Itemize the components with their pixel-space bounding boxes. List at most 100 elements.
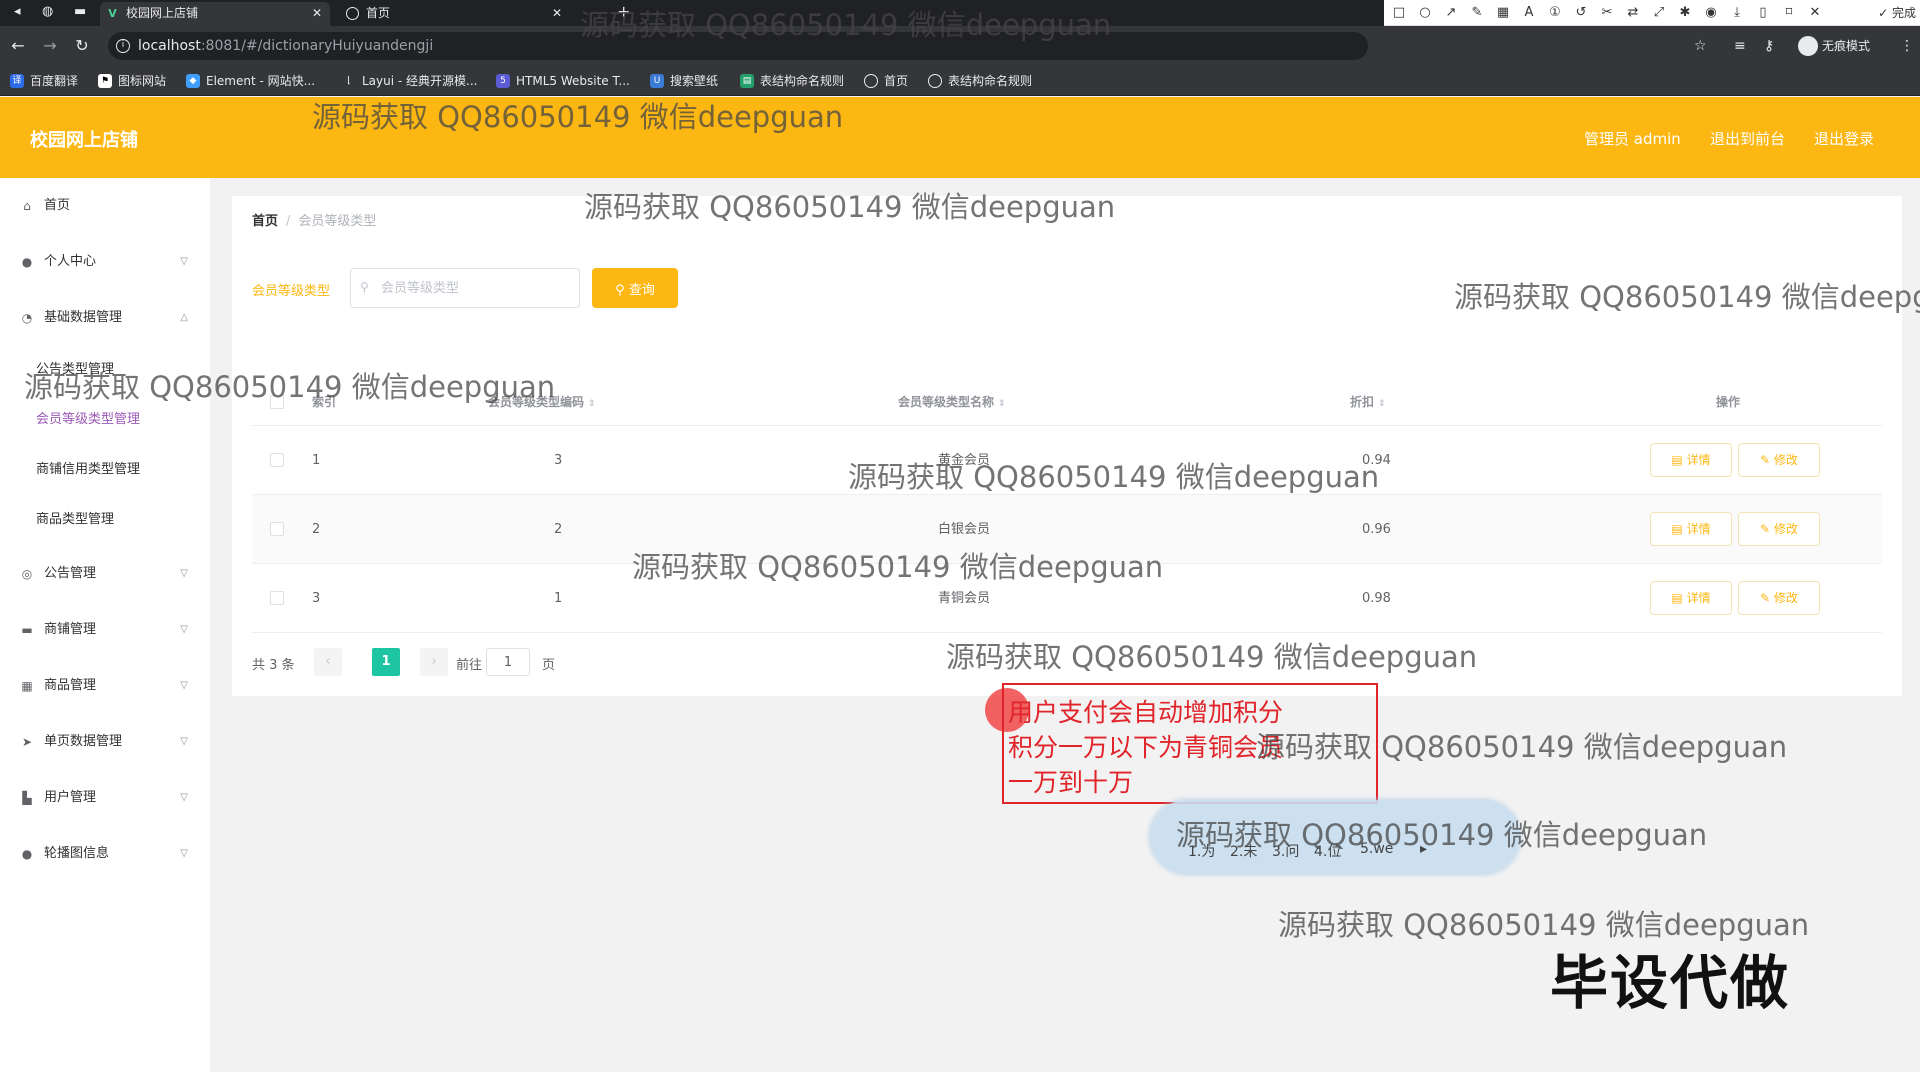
ime-candidate[interactable]: 5.we	[1360, 841, 1393, 857]
search-input[interactable]	[350, 268, 580, 308]
breadcrumb-home[interactable]: 首页	[252, 214, 278, 229]
back-icon[interactable]: ←	[8, 36, 28, 55]
bookmark-item[interactable]: U 搜索壁纸	[650, 73, 718, 89]
goto-page-input[interactable]	[486, 648, 530, 676]
key-icon[interactable]: ⚷	[1764, 38, 1774, 54]
page-number-button[interactable]: 1	[372, 648, 400, 676]
ime-next-icon[interactable]: ▸	[1420, 841, 1427, 857]
tab-home[interactable]: 首页 ✕	[340, 2, 570, 26]
sort-icon: ⇕	[998, 399, 1006, 409]
sidebar-item-notice[interactable]: ◎ 公告管理 ▽	[0, 554, 210, 594]
url-input[interactable]: i localhost:8081/#/dictionaryHuiyuandeng…	[108, 32, 1368, 60]
query-button[interactable]: ⚲ 查询	[592, 268, 678, 308]
globe-icon[interactable]: ◍	[42, 4, 53, 19]
detail-button[interactable]: ▤ 详情	[1650, 443, 1732, 477]
expand-icon[interactable]: ⤢	[1650, 4, 1668, 22]
pin-icon[interactable]: ✱	[1676, 4, 1694, 22]
arrow-icon[interactable]: ↗	[1442, 4, 1460, 22]
edit-button[interactable]: ✎ 修改	[1738, 581, 1820, 615]
row-checkbox[interactable]	[270, 453, 284, 467]
reload-icon[interactable]: ↻	[72, 36, 92, 55]
pencil-icon[interactable]: ✎	[1468, 4, 1486, 22]
sidebar-item-single-page[interactable]: ➤ 单页数据管理 ▽	[0, 722, 210, 762]
edit-button[interactable]: ✎ 修改	[1738, 512, 1820, 546]
ime-candidate[interactable]: 1.为	[1188, 841, 1215, 861]
done-button[interactable]: ✓ 完成	[1878, 4, 1916, 21]
ellipse-icon[interactable]: ○	[1416, 4, 1434, 22]
bookmark-item[interactable]: ◆ Element - 网站快...	[186, 73, 315, 89]
forward-icon[interactable]: →	[40, 36, 60, 55]
bookmark-item[interactable]: 首页	[864, 73, 908, 89]
bookmark-icon[interactable]: ⌑	[1780, 4, 1798, 22]
scissors-icon[interactable]: ✂	[1598, 4, 1616, 22]
undo-icon[interactable]: ↺	[1572, 4, 1590, 22]
next-page-button[interactable]: ›	[420, 648, 448, 676]
sidebar-item-notice-type[interactable]: 公告类型管理	[0, 350, 210, 390]
row-checkbox[interactable]	[270, 522, 284, 536]
detail-button[interactable]: ▤ 详情	[1650, 581, 1732, 615]
number-icon[interactable]: ①	[1546, 4, 1564, 22]
column-header-discount[interactable]: 折扣 ⇕	[1350, 378, 1386, 426]
sidebar-item-goods[interactable]: ▦ 商品管理 ▽	[0, 666, 210, 706]
close-icon[interactable]: ✕	[312, 2, 322, 24]
sidebar-item-carousel[interactable]: ● 轮播图信息 ▽	[0, 834, 210, 874]
ime-candidate-bar: 1.为 2.未 3.问 4.位 5.we ▸	[1150, 800, 1520, 874]
record-icon[interactable]: ◉	[1702, 4, 1720, 22]
sidebar-item-home[interactable]: ⌂ 首页	[0, 186, 210, 226]
bookmark-item[interactable]: 译百度翻译	[10, 73, 78, 89]
prev-page-button[interactable]: ‹	[314, 648, 342, 676]
phone-icon[interactable]: ▯	[1754, 4, 1772, 22]
menu-icon[interactable]: ⋮	[1900, 38, 1914, 54]
admin-user-label: 管理员 admin	[1584, 130, 1681, 148]
edit-button[interactable]: ✎ 修改	[1738, 443, 1820, 477]
sidebar-item-profile[interactable]: ● 个人中心 ▽	[0, 242, 210, 282]
column-header-code[interactable]: 会员等级类型编码 ⇕	[488, 378, 596, 426]
sidebar-item-base-data[interactable]: ◔ 基础数据管理 △	[0, 298, 210, 338]
select-all-checkbox[interactable]	[270, 395, 284, 409]
incognito-profile[interactable]: 无痕模式	[1798, 34, 1870, 58]
close-icon[interactable]: ✕	[552, 2, 562, 24]
info-icon[interactable]: i	[116, 39, 130, 53]
translate-icon: 译	[10, 74, 24, 88]
ime-candidate[interactable]: 4.位	[1314, 841, 1341, 861]
bookmark-item[interactable]: ▤ 表结构命名规则	[740, 73, 844, 89]
mosaic-icon[interactable]: ▦	[1494, 4, 1512, 22]
tab-list-icon[interactable]: ▬	[74, 4, 86, 19]
annotation-text-line: 用户支付会自动增加积分	[1008, 698, 1284, 727]
translate-icon[interactable]: ⇄	[1624, 4, 1642, 22]
bookmark-item[interactable]: ⚑ 图标网站	[98, 73, 166, 89]
column-header-name[interactable]: 会员等级类型名称 ⇕	[898, 378, 1006, 426]
detail-button[interactable]: ▤ 详情	[1650, 512, 1732, 546]
cell-code: 3	[554, 453, 563, 468]
close-icon[interactable]: ✕	[1806, 4, 1824, 22]
logout-link[interactable]: 退出登录	[1814, 128, 1874, 149]
tab-shop[interactable]: V 校园网上店铺 ✕	[100, 2, 330, 26]
chevron-down-icon: ▽	[180, 792, 188, 803]
text-icon[interactable]: A	[1520, 4, 1538, 22]
star-icon[interactable]: ☆	[1694, 38, 1707, 54]
row-checkbox[interactable]	[270, 591, 284, 605]
back-to-frontend-link[interactable]: 退出到前台	[1710, 128, 1785, 149]
layui-icon: ⌊	[342, 74, 356, 88]
rectangle-icon[interactable]: □	[1390, 4, 1408, 22]
sidebar-item-shop-credit-type[interactable]: 商铺信用类型管理	[0, 450, 210, 490]
cell-index: 3	[312, 591, 321, 606]
ime-candidate[interactable]: 3.问	[1272, 841, 1299, 861]
bookmark-item[interactable]: 表结构命名规则	[928, 73, 1032, 89]
new-tab-icon[interactable]: +	[617, 2, 630, 21]
annotation-toolbar: □ ○ ↗ ✎ ▦ A ① ↺ ✂ ⇄ ⤢ ✱ ◉ ⤓ ▯ ⌑ ✕ ✓ 完成	[1384, 0, 1920, 26]
sidebar-item-shop[interactable]: ▬ 商铺管理 ▽	[0, 610, 210, 650]
cell-code: 1	[554, 591, 563, 606]
flag-icon: ⚑	[98, 74, 112, 88]
download-icon[interactable]: ⤓	[1728, 4, 1746, 22]
sidebar-item-users[interactable]: ▙ 用户管理 ▽	[0, 778, 210, 818]
ime-candidate[interactable]: 2.未	[1230, 841, 1257, 861]
bookmark-item[interactable]: ⌊ Layui - 经典开源模...	[342, 73, 477, 89]
wallpaper-icon: U	[650, 74, 664, 88]
media-icon[interactable]: ≡	[1734, 38, 1746, 54]
bookmark-item[interactable]: 5 HTML5 Website T...	[496, 73, 630, 89]
sidebar-item-member-level-type[interactable]: 会员等级类型管理	[0, 400, 210, 440]
sidebar-item-goods-type[interactable]: 商品类型管理	[0, 500, 210, 540]
sound-icon[interactable]: ◂	[14, 4, 21, 19]
cell-name: 青铜会员	[938, 591, 991, 606]
